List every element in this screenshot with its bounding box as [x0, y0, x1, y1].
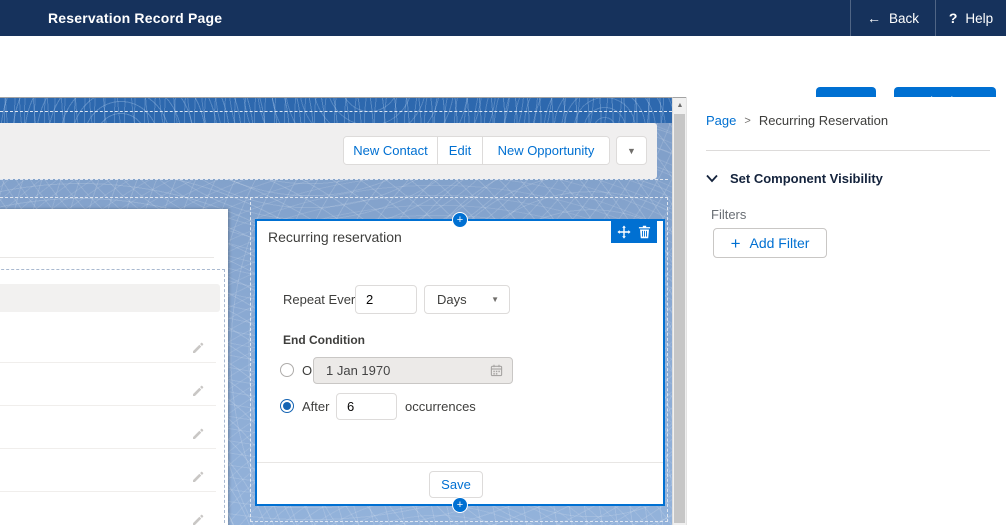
occurrences-label: occurrences: [405, 399, 476, 414]
record-detail-card[interactable]: [0, 209, 228, 525]
card-divider: [0, 257, 214, 258]
detail-field-row: [0, 320, 216, 363]
region-border: [0, 179, 668, 180]
add-filter-label: Add Filter: [750, 235, 810, 251]
component-save-button[interactable]: Save: [429, 471, 483, 498]
help-icon: ?: [949, 10, 958, 26]
edit-pencil-icon[interactable]: [192, 514, 204, 525]
component-action-chip: [611, 221, 657, 243]
scroll-up-icon[interactable]: ▲: [673, 98, 687, 113]
visibility-section-toggle[interactable]: Set Component Visibility: [706, 171, 883, 186]
filters-label: Filters: [711, 207, 746, 222]
record-action-group: New Contact Edit New Opportunity: [343, 136, 610, 165]
detail-field-row: [0, 449, 216, 492]
move-icon[interactable]: [617, 225, 631, 239]
repeat-every-label: Repeat Every: [283, 292, 362, 307]
more-actions-button[interactable]: ▼: [616, 136, 647, 165]
chevron-down-icon: ▼: [627, 146, 636, 156]
add-filter-button[interactable]: + Add Filter: [713, 228, 827, 258]
after-label: After: [302, 399, 329, 414]
frequency-value: Days: [425, 292, 491, 307]
help-label: Help: [965, 11, 993, 26]
chevron-down-icon: ▼: [491, 295, 509, 304]
detail-field-list: [0, 320, 216, 525]
edit-pencil-icon[interactable]: [192, 342, 204, 354]
breadcrumb-page-link[interactable]: Page: [706, 113, 736, 128]
plus-icon: +: [731, 235, 741, 252]
canvas-scrollbar[interactable]: ▲: [672, 97, 686, 525]
calendar-icon: [490, 364, 503, 377]
end-date-value: 1 Jan 1970: [314, 363, 490, 378]
end-condition-label: End Condition: [283, 333, 365, 347]
frequency-select[interactable]: Days ▼: [424, 285, 510, 314]
occurrences-input[interactable]: [336, 393, 397, 420]
repeat-every-input[interactable]: [355, 285, 417, 314]
on-radio[interactable]: [280, 363, 294, 377]
edit-button[interactable]: Edit: [438, 137, 483, 164]
detail-field-row: [0, 492, 216, 525]
add-component-above-button[interactable]: +: [452, 212, 468, 228]
highlights-panel[interactable]: New Contact Edit New Opportunity ▼: [0, 123, 657, 179]
page-canvas: New Contact Edit New Opportunity ▼ + +: [0, 97, 672, 525]
detail-tab-header[interactable]: [0, 284, 220, 312]
detail-field-row: [0, 363, 216, 406]
help-button[interactable]: ? Help: [935, 0, 1006, 36]
breadcrumb-current: Recurring Reservation: [759, 113, 888, 128]
add-component-below-button[interactable]: +: [452, 497, 468, 513]
end-after-row: After occurrences: [257, 393, 663, 420]
edit-pencil-icon[interactable]: [192, 471, 204, 483]
panel-divider: [706, 150, 990, 151]
recurring-reservation-component[interactable]: + + Recurring reservation Repeat Every D…: [255, 219, 665, 506]
properties-panel: Page > Recurring Reservation Set Compone…: [686, 97, 1006, 525]
edit-pencil-icon[interactable]: [192, 385, 204, 397]
end-on-row: On 1 Jan 1970: [257, 357, 663, 384]
breadcrumb: Page > Recurring Reservation: [706, 113, 888, 128]
app-header: Reservation Record Page ← Back ? Help: [0, 0, 1006, 36]
scrollbar-thumb[interactable]: [674, 114, 685, 523]
after-radio[interactable]: [280, 399, 294, 413]
back-label: Back: [889, 11, 919, 26]
trash-icon[interactable]: [638, 225, 651, 239]
visibility-section-title: Set Component Visibility: [730, 171, 883, 186]
back-arrow-icon: ←: [867, 10, 881, 26]
region-border: [0, 111, 672, 112]
chevron-down-icon: [706, 174, 718, 183]
component-title: Recurring reservation: [268, 229, 402, 245]
builder-toolbar: Save Activation...: [0, 36, 1006, 97]
back-button[interactable]: ← Back: [850, 0, 935, 36]
end-date-input[interactable]: 1 Jan 1970: [313, 357, 513, 384]
breadcrumb-separator-icon: >: [744, 115, 750, 127]
page-title: Reservation Record Page: [48, 0, 222, 36]
detail-field-row: [0, 406, 216, 449]
edit-pencil-icon[interactable]: [192, 428, 204, 440]
new-opportunity-button[interactable]: New Opportunity: [483, 137, 609, 164]
repeat-row: Repeat Every Days ▼: [257, 285, 663, 314]
component-footer-divider: [257, 462, 663, 463]
new-contact-button[interactable]: New Contact: [344, 137, 438, 164]
